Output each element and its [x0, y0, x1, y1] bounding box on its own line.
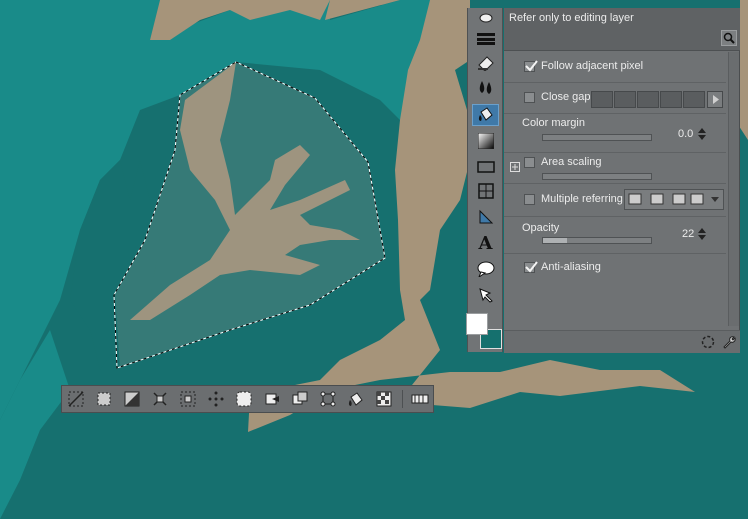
layer-refer-icons — [628, 193, 719, 205]
foreground-color-swatch[interactable] — [466, 313, 488, 335]
frame-border-icon[interactable] — [472, 180, 499, 202]
color-margin-spinner[interactable] — [698, 127, 706, 141]
invert-selection-icon[interactable] — [122, 390, 142, 408]
checkmark-icon — [525, 60, 538, 72]
panel-scrollbar[interactable] — [728, 52, 739, 326]
magnifier-icon — [723, 32, 735, 44]
deselect-icon[interactable] — [66, 390, 86, 408]
cut-paste-icon[interactable] — [262, 390, 282, 408]
gap-level-2[interactable] — [614, 91, 636, 108]
checkmark-icon — [525, 261, 538, 273]
multiple-referring-checkbox[interactable] — [524, 194, 535, 205]
text-tool-glyph: A — [478, 232, 493, 254]
text-icon[interactable]: A — [472, 232, 499, 254]
gap-level-1[interactable] — [591, 91, 613, 108]
fill-bucket-icon[interactable] — [472, 104, 499, 126]
expand-plus-icon[interactable] — [510, 162, 520, 172]
fill-selection-icon[interactable] — [234, 390, 254, 408]
multiple-referring-label: Multiple referring — [541, 193, 623, 205]
gap-level-4[interactable] — [660, 91, 682, 108]
area-scaling-checkbox[interactable] — [524, 157, 535, 168]
area-scaling-slider[interactable] — [542, 173, 652, 180]
gradient-icon[interactable] — [472, 130, 499, 152]
opacity-spinner[interactable] — [698, 227, 706, 241]
blend-drops-icon[interactable] — [472, 76, 499, 98]
selection-points-icon[interactable] — [206, 390, 226, 408]
area-scaling-row: Area scaling — [504, 153, 726, 184]
anti-aliasing-label: Anti-aliasing — [541, 261, 601, 273]
fill-bucket-icon[interactable] — [346, 390, 366, 408]
panel-footer — [504, 330, 740, 353]
scale-rotate-icon[interactable] — [318, 390, 338, 408]
rectangle-figure-icon[interactable] — [472, 156, 499, 178]
opacity-row: Opacity 22 — [504, 217, 726, 254]
reset-icon[interactable] — [700, 334, 716, 350]
close-gap-checkbox[interactable] — [524, 92, 535, 103]
selection-launcher — [61, 385, 434, 413]
ruler-icon[interactable] — [472, 206, 499, 228]
follow-adjacent-label: Follow adjacent pixel — [541, 60, 644, 72]
opacity-value: 22 — [682, 228, 695, 240]
gap-level-3[interactable] — [637, 91, 659, 108]
shrink-selection-icon[interactable] — [178, 390, 198, 408]
launcher-divider — [402, 390, 403, 408]
chevron-right-icon — [713, 95, 719, 104]
correct-line-icon[interactable] — [472, 284, 499, 306]
color-margin-row: Color margin 0.0 — [504, 114, 726, 153]
color-margin-label: Color margin — [522, 117, 585, 129]
gap-level-5[interactable] — [683, 91, 705, 108]
refer-label: Refer only to editing layer — [509, 12, 634, 24]
multiple-referring-row: Multiple referring — [504, 184, 726, 217]
balloon-icon[interactable] — [472, 258, 499, 280]
tool-strip: A — [467, 8, 503, 352]
opacity-slider-fill — [543, 238, 567, 243]
opacity-label: Opacity — [522, 222, 560, 234]
follow-adjacent-checkbox[interactable] — [524, 60, 538, 72]
copy-paste-icon[interactable] — [290, 390, 310, 408]
follow-adjacent-row: Follow adjacent pixel — [504, 52, 726, 83]
area-scaling-label: Area scaling — [541, 156, 602, 168]
refer-header: Refer only to editing layer — [504, 8, 740, 51]
close-gap-label: Close gap — [541, 91, 591, 103]
color-margin-slider[interactable] — [542, 134, 652, 141]
wrench-icon[interactable] — [721, 334, 737, 350]
expand-selection-icon[interactable] — [150, 390, 170, 408]
anti-aliasing-checkbox[interactable] — [524, 261, 538, 273]
gap-arrow-button[interactable] — [707, 91, 723, 108]
anti-aliasing-row: Anti-aliasing — [504, 254, 726, 284]
transparency-icon[interactable] — [374, 390, 394, 408]
show-selection-icon[interactable] — [94, 390, 114, 408]
opacity-slider[interactable] — [542, 237, 652, 244]
eraser-icon[interactable] — [472, 52, 499, 74]
menu-bars-icon[interactable] — [472, 28, 499, 50]
launcher-settings-icon[interactable] — [410, 390, 430, 408]
color-margin-value: 0.0 — [678, 128, 694, 140]
multiple-referring-options[interactable] — [624, 189, 724, 210]
layer-move-icon[interactable] — [472, 8, 499, 30]
tool-property-panel: Refer only to editing layer Follow adjac… — [504, 8, 740, 353]
refer-settings-button[interactable] — [721, 30, 737, 46]
